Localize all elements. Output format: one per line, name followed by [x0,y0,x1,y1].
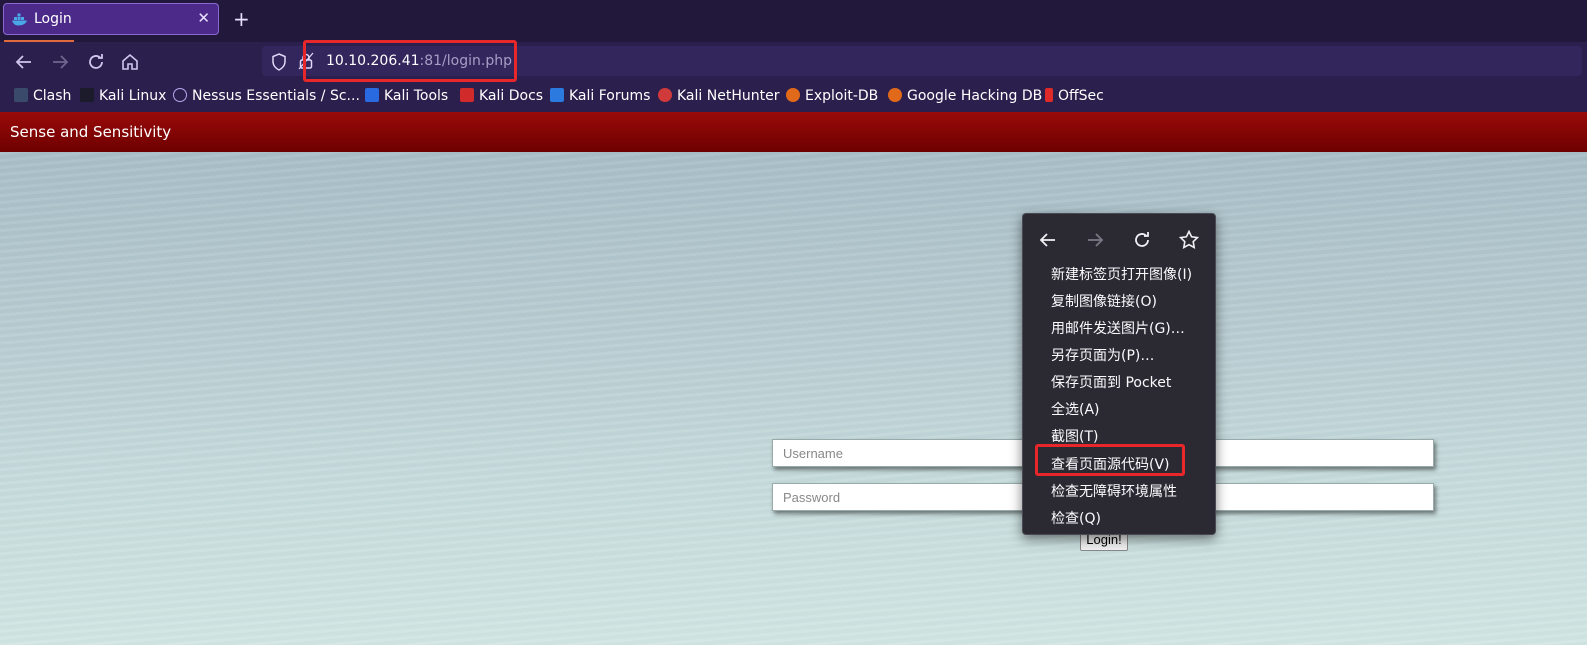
context-reload-button[interactable] [1130,228,1154,252]
arrow-left-icon [15,55,31,69]
bookmark-kali-docs[interactable]: Kali Docs [460,88,543,104]
site-title: Sense and Sensitivity [10,123,172,141]
bookmark-label: Kali Tools [384,88,449,104]
page-background [0,152,1587,645]
clash-icon [14,88,28,102]
tab-strip: Login ✕ + [0,0,1587,43]
bookmark-kali-tools[interactable]: Kali Tools [365,88,448,104]
reload-icon [1135,232,1149,247]
ghdb-icon [888,88,902,102]
bookmark-offsec[interactable]: OffSec [1045,88,1104,104]
bookmark-kali-nethunter[interactable]: Kali NetHunter [658,88,779,104]
menu-open-image-new-tab[interactable]: 新建标签页打开图像(I) [1051,264,1192,284]
menu-save-page-as[interactable]: 另存页面为(P)… [1051,345,1154,365]
context-bookmark-button[interactable] [1177,228,1201,252]
bookmark-exploit-db[interactable]: Exploit-DB [786,88,878,104]
exploit-db-icon [786,88,800,102]
tab-close-icon[interactable]: ✕ [197,9,210,27]
tab-title: Login [34,11,72,27]
menu-save-to-pocket[interactable]: 保存页面到 Pocket [1051,372,1171,392]
bookmark-label: Clash [33,88,72,104]
shield-icon[interactable] [270,52,288,72]
menu-copy-image-link[interactable]: 复制图像链接(O) [1051,291,1157,311]
bookmark-kali-linux[interactable]: Kali Linux [80,88,166,104]
globe-icon [173,88,187,102]
nethunter-icon [658,88,672,102]
bookmark-clash[interactable]: Clash [14,88,71,104]
reload-icon [89,54,103,69]
arrow-right-icon [53,55,69,69]
kali-dragon-icon [80,88,94,102]
bookmark-label: Nessus Essentials / Sc... [192,88,360,104]
bookmark-label: Kali Linux [99,88,167,104]
menu-inspect[interactable]: 检查(Q) [1051,508,1101,528]
navigation-bar: 10.10.206.41:81/login.php [0,42,1587,82]
menu-email-image[interactable]: 用邮件发送图片(G)… [1051,318,1185,338]
site-header: Sense and Sensitivity [0,112,1587,152]
kali-forums-icon [550,88,564,102]
view-source-highlight-annotation [1035,444,1185,476]
bookmark-kali-forums[interactable]: Kali Forums [550,88,650,104]
back-button[interactable] [12,50,36,74]
tab-login[interactable]: Login ✕ [3,3,219,43]
menu-select-all[interactable]: 全选(A) [1051,399,1100,419]
star-icon [1178,229,1200,249]
bookmark-label: Exploit-DB [805,88,879,104]
forward-button[interactable] [48,50,72,74]
bookmarks-toolbar: Clash Kali Linux Nessus Essentials / Sc.… [0,82,1587,112]
menu-screenshot[interactable]: 截图(T) [1051,426,1098,446]
offsec-icon [1045,88,1053,102]
home-icon [122,53,138,70]
context-menu: 新建标签页打开图像(I) 复制图像链接(O) 用邮件发送图片(G)… 另存页面为… [1022,213,1216,535]
bookmark-label: Google Hacking DB [907,88,1043,104]
new-tab-button[interactable]: + [233,7,250,31]
kali-docs-icon [460,88,474,102]
context-forward-button[interactable] [1083,228,1107,252]
menu-inspect-accessibility[interactable]: 检查无障碍环境属性 [1051,481,1177,501]
bookmark-google-hacking-db[interactable]: Google Hacking DB [888,88,1042,104]
docker-whale-icon [12,13,27,26]
bookmark-label: Kali NetHunter [677,88,780,104]
bookmark-label: OffSec [1058,88,1104,104]
kali-tools-icon [365,88,379,102]
arrow-left-icon [1039,233,1055,247]
reload-button[interactable] [84,50,108,74]
context-back-button[interactable] [1036,228,1060,252]
bookmark-label: Kali Forums [569,88,651,104]
url-highlight-annotation [303,40,517,82]
arrow-right-icon [1088,233,1104,247]
bookmark-label: Kali Docs [479,88,544,104]
bookmark-nessus[interactable]: Nessus Essentials / Sc... [173,88,360,104]
home-button[interactable] [118,50,142,74]
